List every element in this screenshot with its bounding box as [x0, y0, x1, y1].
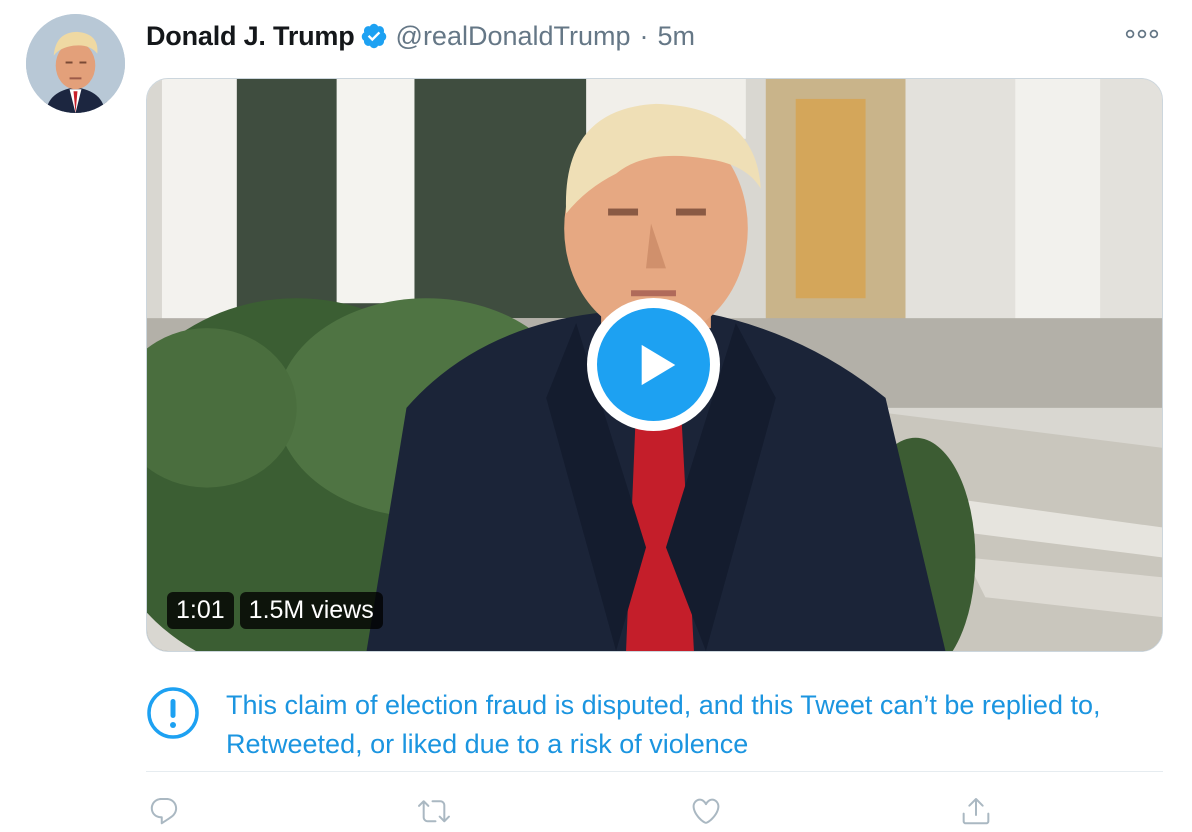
exclamation-circle-icon — [146, 686, 200, 740]
avatar[interactable] — [26, 14, 125, 113]
retweet-icon — [418, 800, 450, 823]
notice-text[interactable]: This claim of election fraud is disputed… — [226, 686, 1126, 764]
view-count: 1.5M views — [239, 592, 383, 629]
share-icon — [962, 798, 990, 825]
divider — [146, 771, 1163, 772]
reply-icon — [150, 797, 178, 825]
video-player[interactable]: 1:01 1.5M views — [146, 78, 1163, 652]
disputed-claim-notice: This claim of election fraud is disputed… — [146, 686, 1126, 764]
separator-dot: · — [639, 20, 649, 51]
like-icon — [692, 798, 720, 824]
play-button[interactable] — [587, 298, 720, 431]
share-button[interactable] — [958, 793, 994, 829]
display-name[interactable]: Donald J. Trump — [146, 21, 355, 52]
timestamp[interactable]: 5m — [658, 21, 696, 52]
action-bar — [146, 793, 1163, 829]
video-stats: 1:01 1.5M views — [167, 592, 383, 629]
reply-button[interactable] — [146, 793, 182, 829]
play-icon — [641, 344, 675, 385]
retweet-button[interactable] — [416, 793, 452, 829]
more-dots-icon — [1125, 29, 1159, 39]
avatar-portrait — [26, 14, 125, 113]
tweet-header: Donald J. Trump @realDonaldTrump · 5m — [146, 18, 695, 54]
video-duration: 1:01 — [167, 592, 234, 629]
more-options-button[interactable] — [1122, 22, 1162, 46]
tweet: Donald J. Trump @realDonaldTrump · 5m 1:… — [0, 0, 1192, 832]
like-button[interactable] — [688, 793, 724, 829]
verified-badge-icon — [360, 22, 388, 50]
handle[interactable]: @realDonaldTrump — [396, 21, 631, 52]
